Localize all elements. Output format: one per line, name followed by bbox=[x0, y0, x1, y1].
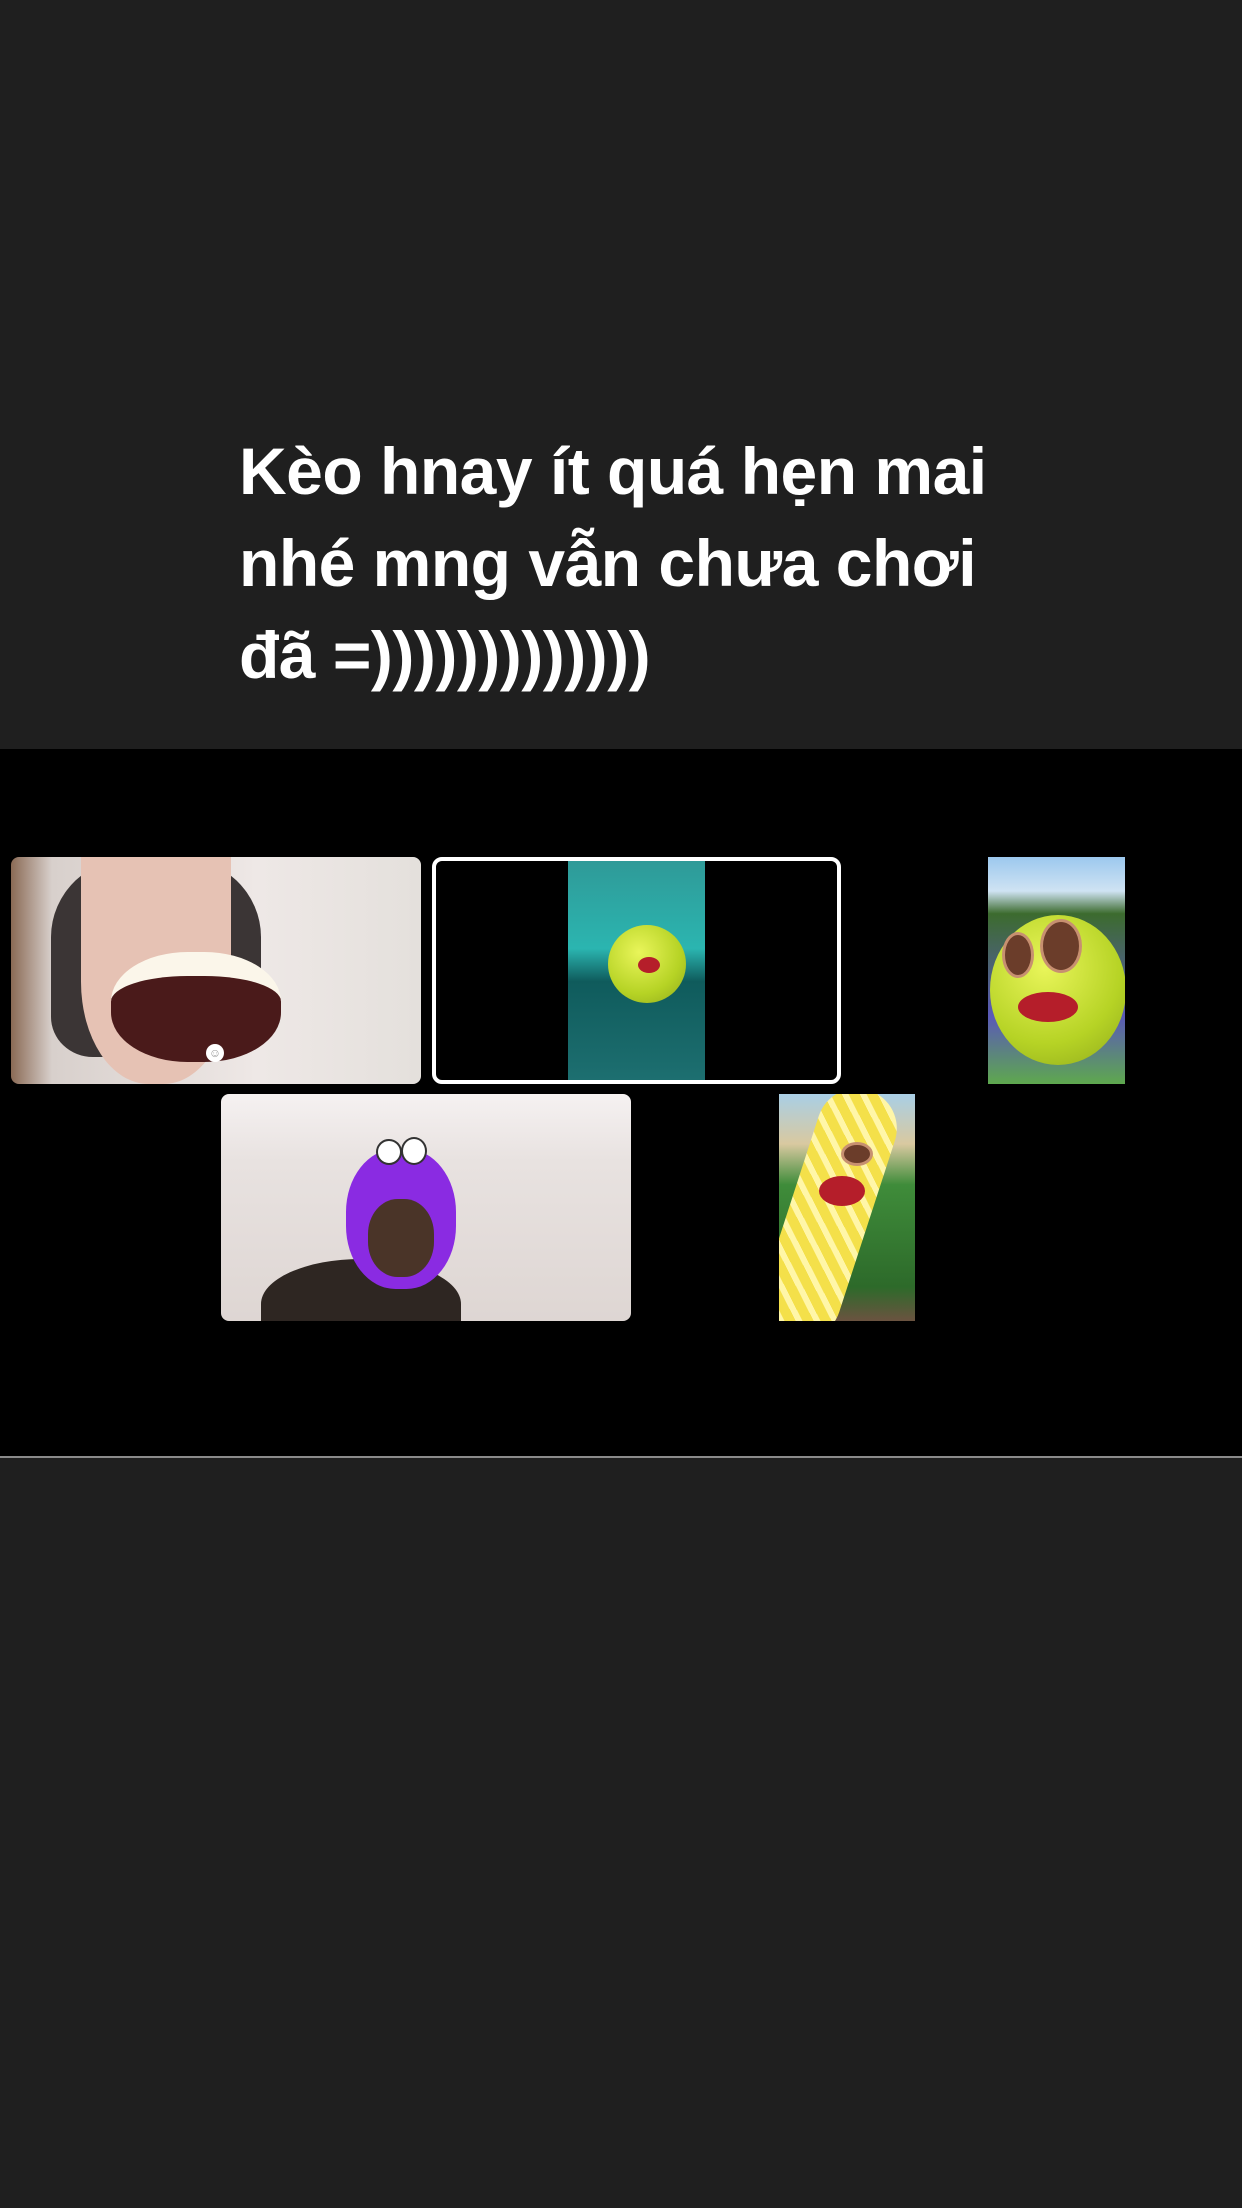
smiley-sparkle-icon[interactable]: ☺ bbox=[206, 1044, 224, 1062]
video-tile-participant-3[interactable] bbox=[988, 857, 1125, 1084]
lips bbox=[1018, 992, 1078, 1022]
face bbox=[368, 1199, 434, 1277]
video-tile-participant-1[interactable]: ☺ bbox=[11, 857, 421, 1084]
caption-line-1: Kèo hnay ít quá hẹn mai bbox=[239, 434, 987, 508]
caption-line-2: nhé mng vẫn chưa chơi bbox=[239, 526, 977, 600]
lips bbox=[819, 1176, 865, 1206]
caption-text: Kèo hnay ít quá hẹn mai nhé mng vẫn chưa… bbox=[239, 425, 1119, 701]
monster-eye bbox=[376, 1139, 402, 1165]
divider-line bbox=[0, 1456, 1242, 1458]
eye bbox=[1002, 932, 1034, 978]
lips bbox=[638, 957, 660, 973]
video-tile-participant-5[interactable] bbox=[779, 1094, 915, 1321]
big-mouth-effect bbox=[111, 952, 281, 1062]
video-tile-participant-4[interactable] bbox=[221, 1094, 631, 1321]
eye bbox=[841, 1142, 873, 1166]
caption-line-3: đã =))))))))))))) bbox=[239, 618, 651, 692]
video-tile-participant-2-active[interactable] bbox=[432, 857, 841, 1084]
corn-effect bbox=[779, 1094, 908, 1321]
eye bbox=[1040, 919, 1082, 973]
monster-eye bbox=[401, 1137, 427, 1165]
